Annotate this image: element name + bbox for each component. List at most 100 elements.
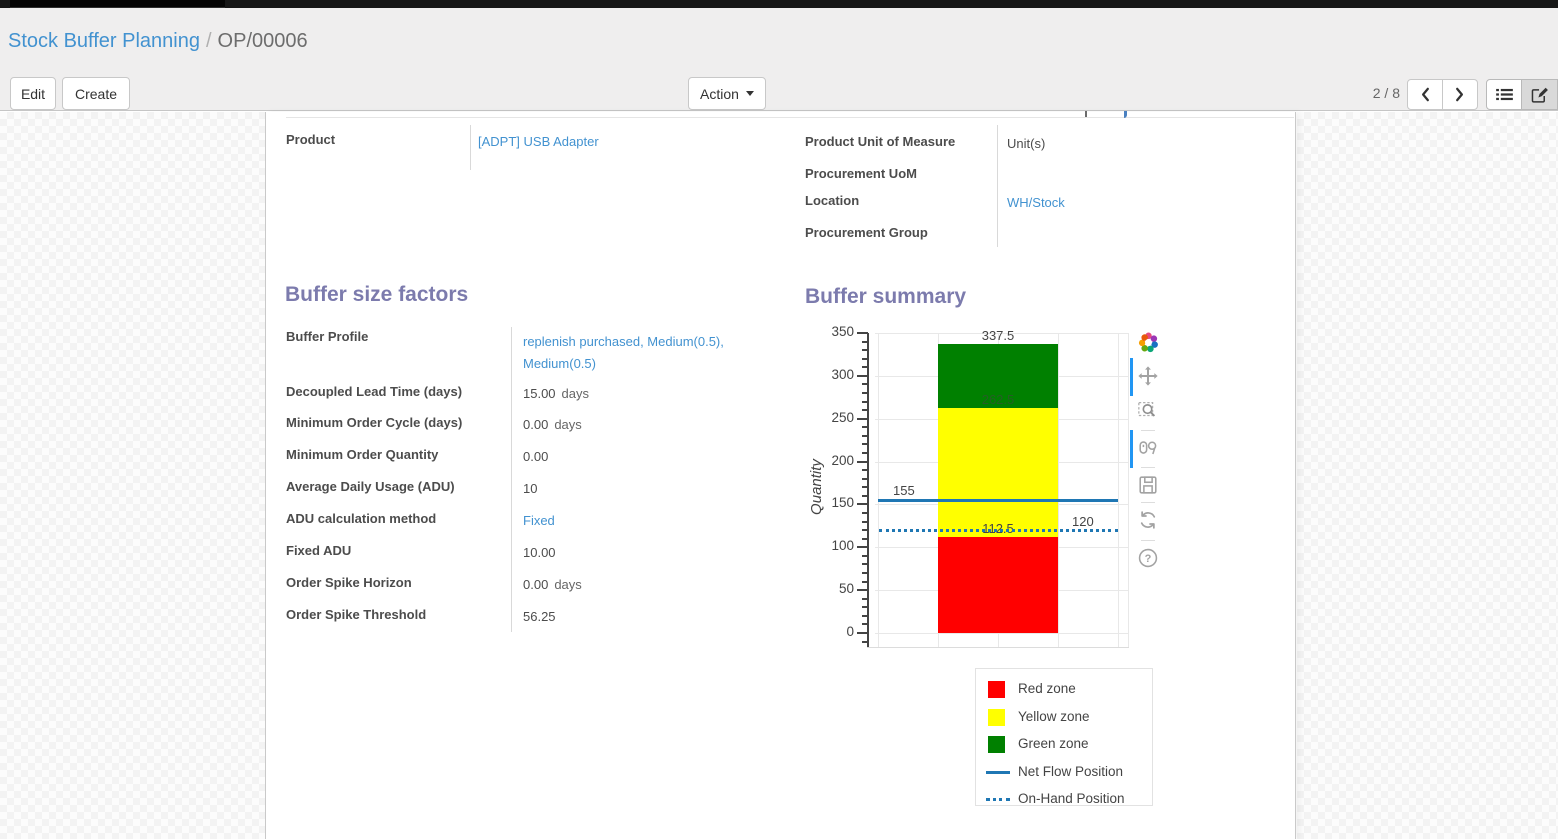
list-icon — [1496, 88, 1513, 101]
field-label: Buffer Profile — [286, 329, 368, 344]
pager-next-button[interactable] — [1442, 79, 1478, 110]
create-button[interactable]: Create — [62, 77, 130, 110]
field-label: Fixed ADU — [286, 543, 351, 558]
plotly-logo-icon[interactable] — [1137, 331, 1161, 355]
refresh-icon[interactable] — [1137, 509, 1161, 533]
field-value-suffix: days — [554, 417, 581, 432]
red-zone-bar[interactable] — [938, 537, 1058, 633]
view-switcher-form-button[interactable] — [1521, 79, 1558, 110]
y-axis-title: Quantity — [808, 417, 828, 557]
field-value: 10 — [523, 481, 537, 496]
field-divider — [511, 327, 512, 632]
field-label: Location — [805, 193, 859, 208]
field-label: Decoupled Lead Time (days) — [286, 384, 462, 399]
legend-item[interactable]: Red zone — [976, 677, 1154, 704]
view-switcher-list-button[interactable] — [1486, 79, 1522, 110]
field-label: Product — [286, 132, 335, 147]
y-axis-tick-label: 250 — [806, 410, 854, 425]
yellow-zone-bar[interactable] — [938, 408, 1058, 537]
svg-text:?: ? — [1145, 553, 1152, 565]
legend-item[interactable]: Yellow zone — [976, 705, 1154, 732]
field-value-text: 56.25 — [523, 609, 556, 624]
gridline-horizontal — [875, 633, 1128, 634]
legend-item[interactable]: Net Flow Position — [976, 760, 1154, 787]
modebar-separator — [1141, 502, 1155, 503]
save-icon[interactable] — [1137, 474, 1161, 498]
y-axis-tick-label: 0 — [806, 624, 854, 639]
field-value-text: Unit(s) — [1007, 136, 1045, 151]
pan-icon[interactable] — [1137, 365, 1161, 389]
control-panel: Stock Buffer Planning/OP/00006 Edit Crea… — [0, 8, 1558, 111]
legend-item-label: On-Hand Position — [1018, 791, 1125, 806]
modebar-separator — [1141, 430, 1155, 431]
pager-previous-button[interactable] — [1407, 79, 1443, 110]
buffer-size-factors-title: Buffer size factors — [285, 283, 468, 307]
field-label: Average Daily Usage (ADU) — [286, 479, 455, 494]
buffer-summary-title: Buffer summary — [805, 285, 966, 309]
field-divider — [470, 125, 471, 170]
field-value: 10.00 — [523, 545, 556, 560]
legend-item-label: Green zone — [1018, 736, 1089, 751]
clipped-row-fragment — [1085, 111, 1087, 117]
zoom-box-icon[interactable] — [1137, 399, 1161, 423]
action-dropdown-button[interactable]: Action — [688, 77, 766, 110]
y-axis-tick-label: 50 — [806, 581, 854, 596]
y-axis-tick-label: 100 — [806, 538, 854, 553]
edit-button[interactable]: Edit — [10, 77, 56, 110]
chevron-right-icon — [1455, 87, 1465, 102]
field-label: Minimum Order Quantity — [286, 447, 438, 462]
field-value-link[interactable]: Fixed — [523, 513, 555, 528]
field-value-link[interactable]: [ADPT] USB Adapter — [478, 134, 599, 149]
field-value-link[interactable]: WH/Stock — [1007, 195, 1065, 210]
modebar-separator — [1141, 467, 1155, 468]
field-value-link[interactable]: replenish purchased, Medium(0.5), Medium… — [523, 334, 724, 371]
y-axis-tick-label: 150 — [806, 495, 854, 510]
field-divider — [997, 125, 998, 247]
action-button-label: Action — [700, 86, 739, 102]
chevron-left-icon — [1420, 87, 1430, 102]
breadcrumb-current: OP/00006 — [218, 30, 308, 52]
y-axis-line — [867, 333, 869, 648]
clipped-row-divider — [286, 117, 1294, 118]
field-value: 15.00days — [523, 386, 589, 401]
field-value: 0.00 days — [523, 417, 582, 432]
help-icon[interactable]: ? — [1137, 547, 1161, 571]
breadcrumb-parent-link[interactable]: Stock Buffer Planning — [8, 30, 200, 52]
legend-item-label: Net Flow Position — [1018, 764, 1123, 779]
green-zone-swatch — [988, 736, 1005, 753]
field-value-text: 0.00 — [523, 577, 548, 592]
y-axis-tick-label: 350 — [806, 324, 854, 339]
edit-button-label: Edit — [21, 86, 45, 102]
stock-buffer-planning-form: Stock Buffer Planning/OP/00006 Edit Crea… — [0, 0, 1558, 839]
field-label: Minimum Order Cycle (days) — [286, 415, 462, 430]
field-value: replenish purchased, Medium(0.5), Medium… — [523, 331, 773, 375]
modebar-active-indicator — [1130, 358, 1133, 396]
background-right — [1297, 112, 1558, 839]
on-hand-line-swatch — [986, 798, 1010, 801]
field-value: WH/Stock — [1007, 195, 1065, 210]
gridline-vertical — [1118, 333, 1119, 647]
top-system-bar — [0, 0, 1558, 8]
field-value-suffix: days — [562, 386, 589, 401]
compare-hover-icon[interactable] — [1137, 437, 1161, 461]
field-value-text: 0.00 — [523, 449, 548, 464]
legend-item[interactable]: On-Hand Position — [976, 787, 1154, 814]
background-left — [0, 112, 265, 839]
breadcrumb: Stock Buffer Planning/OP/00006 — [8, 28, 308, 54]
legend-item[interactable]: Green zone — [976, 732, 1154, 759]
red-zone-swatch — [988, 681, 1005, 698]
net-flow-line-swatch — [986, 771, 1010, 774]
yellow-zone-swatch — [988, 709, 1005, 726]
legend-item-label: Yellow zone — [1018, 709, 1090, 724]
x-axis-line — [867, 647, 1129, 648]
field-value-text: 10 — [523, 481, 537, 496]
field-value-text: 10.00 — [523, 545, 556, 560]
on-hand-position-label: 120 — [1072, 514, 1094, 529]
field-value-text: 0.00 — [523, 417, 548, 432]
modebar-separator — [1141, 540, 1155, 541]
pager-counter: 2 / 8 — [1352, 85, 1400, 101]
field-value: Unit(s) — [1007, 136, 1045, 151]
net-flow-position-line[interactable] — [878, 499, 1118, 502]
chart-legend: Red zone Yellow zone Green zone Net Flow Po… — [975, 668, 1153, 806]
field-label: Procurement UoM — [805, 166, 917, 181]
